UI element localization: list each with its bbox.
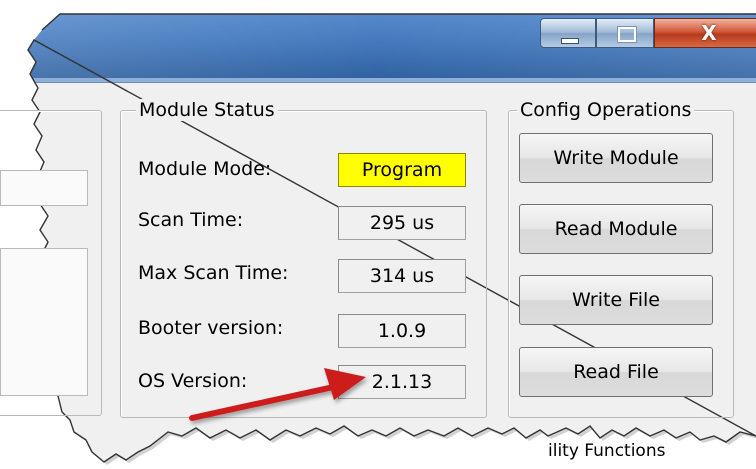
arrow-head — [324, 368, 366, 400]
arrow-shaft — [189, 383, 341, 421]
screenshot-stage: X Module Status Module Mode: Program Sca… — [0, 0, 756, 469]
annotation-arrow — [189, 368, 366, 421]
